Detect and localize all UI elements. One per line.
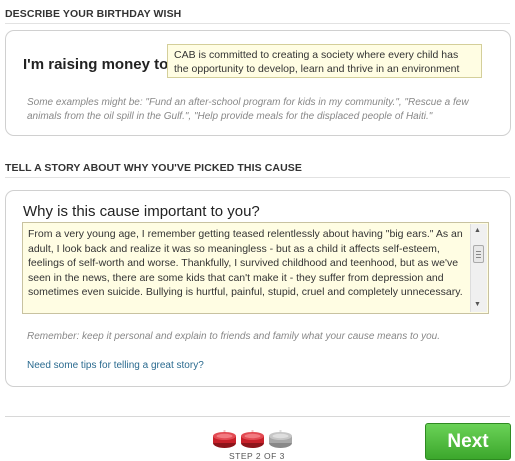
story-scrollbar[interactable]: ▲ ▼	[470, 224, 487, 312]
scroll-down-arrow-icon[interactable]: ▼	[474, 301, 481, 309]
section-divider	[5, 177, 510, 178]
story-question: Why is this cause important to you?	[23, 203, 260, 220]
next-button[interactable]: Next	[425, 423, 511, 460]
cake-icon	[241, 430, 264, 448]
footer-divider	[5, 416, 510, 417]
story-section-title: TELL A STORY ABOUT WHY YOU'VE PICKED THI…	[5, 162, 302, 174]
story-reminder: Remember: keep it personal and explain t…	[27, 331, 440, 342]
raise-money-label: I'm raising money to	[23, 56, 169, 73]
cause-input[interactable]: CAB is committed to creating a society w…	[167, 44, 482, 78]
cake-icon	[213, 430, 236, 448]
scroll-thumb[interactable]	[473, 245, 484, 263]
section-divider	[5, 23, 510, 24]
story-textarea-text: From a very young age, I remember gettin…	[28, 228, 463, 298]
scroll-up-arrow-icon[interactable]: ▲	[474, 227, 481, 235]
examples-hint: Some examples might be: "Fund an after-s…	[27, 97, 469, 122]
wish-section-title: DESCRIBE YOUR BIRTHDAY WISH	[5, 8, 182, 20]
story-tips-link[interactable]: Need some tips for telling a great story…	[27, 360, 204, 371]
story-textarea[interactable]: From a very young age, I remember gettin…	[22, 222, 489, 314]
cake-icon	[269, 430, 292, 448]
